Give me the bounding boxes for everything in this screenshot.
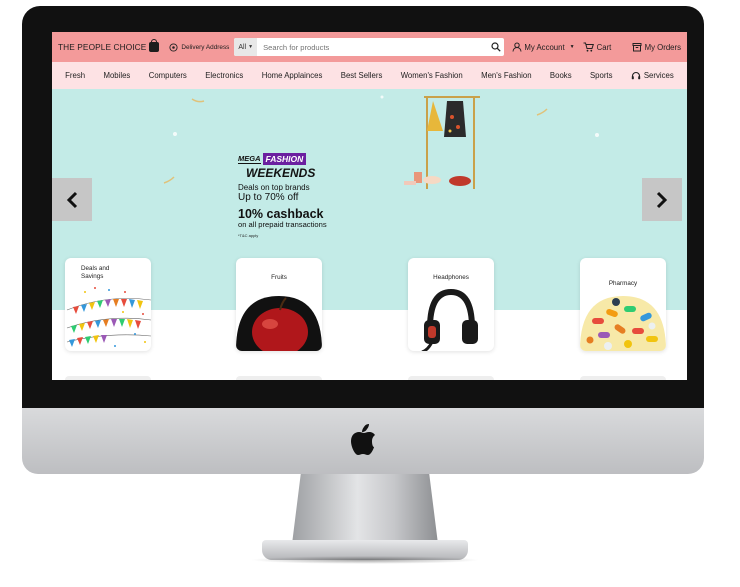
imac-mockup: THE PEOPLE CHOICE Delivery Address All ▼	[0, 0, 740, 587]
user-icon	[512, 42, 522, 52]
carousel-prev-button[interactable]	[52, 178, 92, 221]
next-row-card-edge	[408, 376, 494, 380]
caret-down-icon: ▼	[248, 44, 254, 50]
apple-fruit-image	[236, 296, 322, 351]
shopping-bag-icon	[149, 39, 160, 52]
category-cards: Deals and Savings Fruits Headphones Phar…	[52, 258, 687, 353]
my-account-menu[interactable]: My Account ▼	[512, 42, 575, 52]
category-card-fruits[interactable]: Fruits	[236, 258, 322, 351]
nav-item-mens-fashion[interactable]: Men's Fashion	[481, 71, 531, 80]
sparkle-icon	[173, 95, 599, 137]
nav-item-books[interactable]: Books	[550, 71, 572, 80]
search-category-label: All	[238, 43, 247, 51]
brand-name: THE PEOPLE CHOICE	[58, 42, 147, 52]
website-screen: THE PEOPLE CHOICE Delivery Address All ▼	[52, 32, 687, 380]
delivery-address-link[interactable]: Delivery Address	[169, 42, 230, 52]
monitor-stand-neck	[292, 474, 438, 544]
my-orders-link[interactable]: My Orders	[632, 42, 681, 52]
stand-shadow	[250, 556, 480, 564]
nav-item-fresh[interactable]: Fresh	[65, 71, 85, 80]
category-card-label: Headphones	[433, 274, 469, 281]
promo-text: MEGA FASHION WEEKENDS Deals on top brand…	[238, 153, 378, 238]
nav-item-sports[interactable]: Sports	[590, 71, 613, 80]
caret-down-icon: ▼	[569, 44, 575, 50]
weekends-label: WEEKENDS	[246, 166, 316, 180]
next-row-card-edge	[65, 376, 151, 380]
next-row-card-edge	[580, 376, 666, 380]
category-card-headphones[interactable]: Headphones	[408, 258, 494, 351]
category-card-label: Pharmacy	[608, 280, 638, 287]
mega-label: MEGA	[238, 154, 261, 164]
nav-item-computers[interactable]: Computers	[149, 71, 187, 80]
location-pin-icon	[169, 42, 178, 52]
top-header-bar: THE PEOPLE CHOICE Delivery Address All ▼	[52, 32, 687, 62]
services-label: Services	[643, 71, 674, 80]
bunting-flags-image	[66, 287, 151, 347]
clothing-rack-illustration	[404, 96, 480, 189]
chevron-right-icon	[656, 191, 668, 208]
search-icon	[491, 42, 502, 52]
terms-text: *T&C apply	[238, 233, 259, 238]
cart-icon	[583, 42, 594, 52]
headset-icon	[631, 71, 641, 79]
next-row-card-edge	[236, 376, 322, 380]
category-card-pharmacy[interactable]: Pharmacy	[580, 258, 666, 351]
my-orders-label: My Orders	[644, 42, 681, 52]
nav-item-services[interactable]: Services	[631, 71, 674, 81]
category-card-label: Deals and Savings	[81, 265, 110, 280]
fashion-label: FASHION	[262, 153, 307, 165]
my-account-label: My Account	[524, 42, 565, 52]
search-button[interactable]	[488, 42, 504, 52]
delivery-address-label: Delivery Address	[181, 43, 230, 51]
deals-text: Deals on top brands	[238, 183, 310, 192]
nav-item-mobiles[interactable]: Mobiles	[103, 71, 130, 80]
pills-image	[580, 296, 666, 351]
search-input[interactable]	[257, 42, 489, 52]
mega-fashion-title: MEGA FASHION	[238, 153, 378, 165]
nav-item-home-appliances[interactable]: Home Applainces	[262, 71, 323, 80]
search-category-dropdown[interactable]: All ▼	[234, 38, 258, 56]
headphones-image	[421, 288, 478, 351]
cashback-text: 10% cashback	[238, 207, 324, 221]
cart-label: Cart	[596, 42, 612, 52]
carousel-next-button[interactable]	[642, 178, 682, 221]
orders-box-icon	[632, 43, 642, 52]
prepaid-text: on all prepaid transactions	[238, 220, 327, 229]
category-card-label: Fruits	[271, 274, 287, 281]
brand-logo[interactable]: THE PEOPLE CHOICE	[58, 39, 160, 52]
category-card-deals[interactable]: Deals and Savings	[65, 258, 151, 351]
apple-logo-icon	[351, 424, 375, 455]
category-nav: Fresh Mobiles Computers Electronics Home…	[52, 62, 687, 89]
upto-text: Up to 70% off	[238, 192, 299, 203]
chevron-left-icon	[66, 191, 78, 208]
nav-item-womens-fashion[interactable]: Women's Fashion	[401, 71, 463, 80]
nav-item-best-sellers[interactable]: Best Sellers	[341, 71, 383, 80]
cart-link[interactable]: Cart	[583, 42, 612, 52]
nav-item-electronics[interactable]: Electronics	[205, 71, 243, 80]
search-bar: All ▼	[234, 38, 505, 56]
